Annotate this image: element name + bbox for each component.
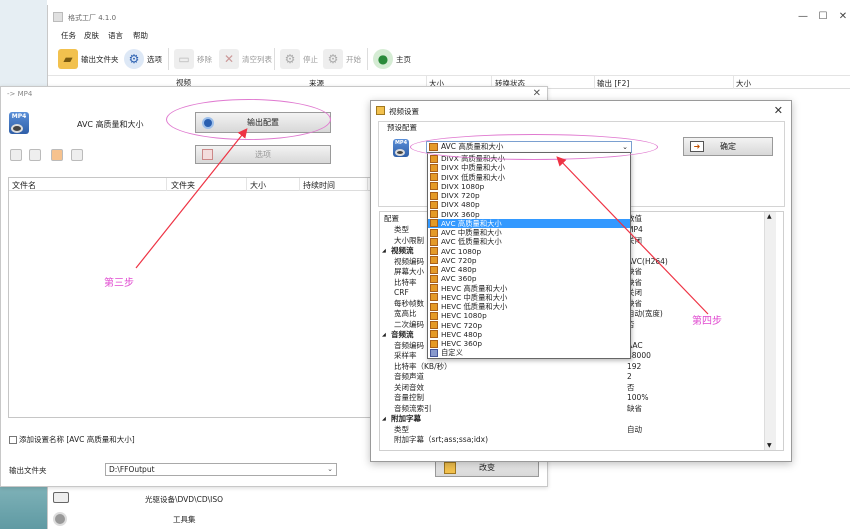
arrow-step3 xyxy=(135,128,248,269)
step3-label: 第三步 xyxy=(104,278,134,289)
arrow-step4 xyxy=(556,156,709,315)
annotation-arrows xyxy=(135,128,709,315)
step4-label: 第四步 xyxy=(692,316,722,327)
